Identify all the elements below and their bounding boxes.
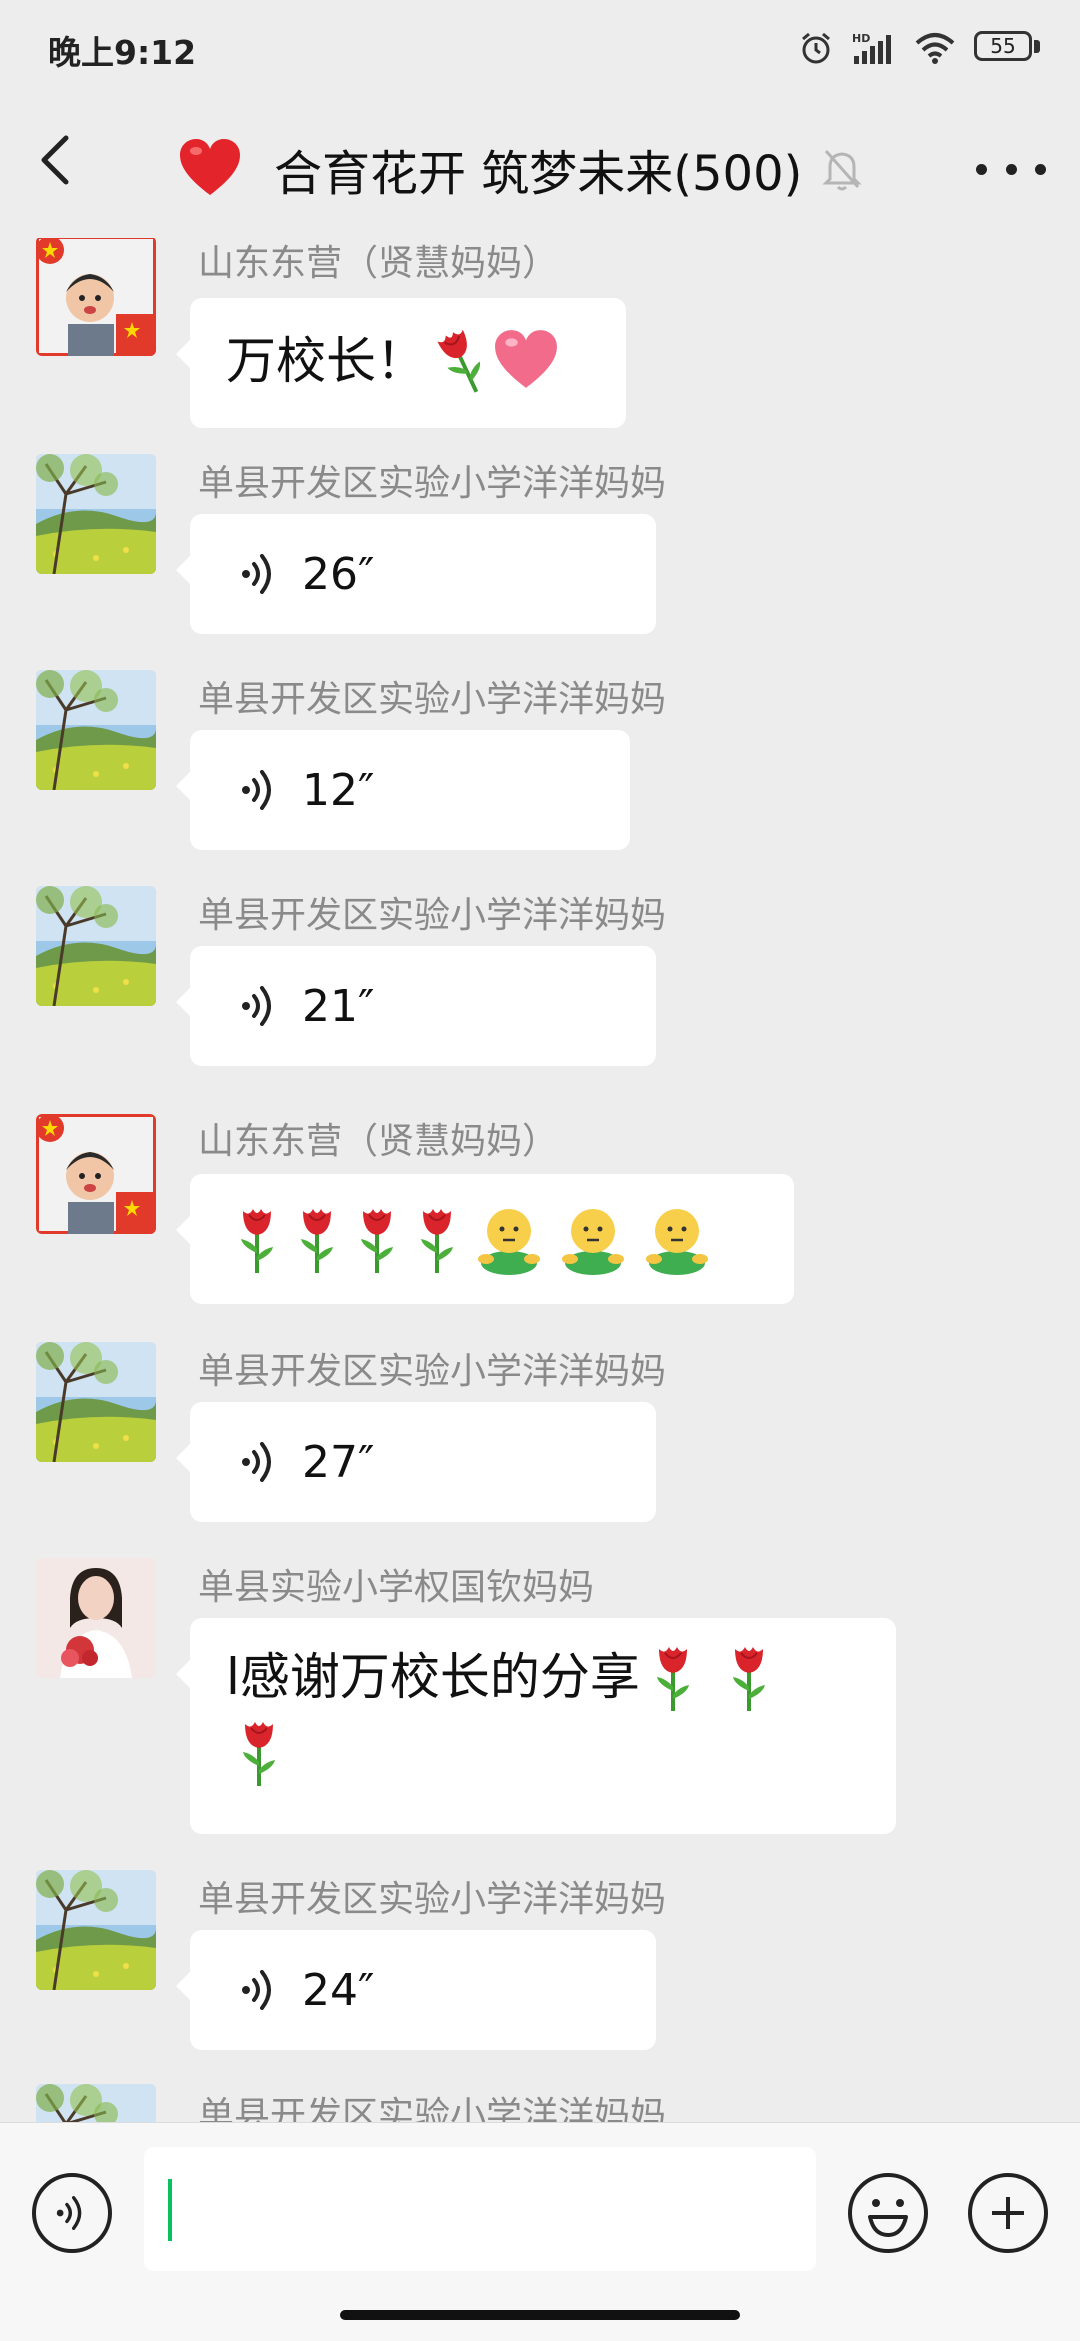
heart-icon [180,139,240,195]
avatar[interactable] [36,1114,156,1234]
back-button[interactable] [36,130,96,210]
chat-header: 合育花开 筑梦未来(500) [0,100,1080,238]
message-list[interactable]: 山东东营（贤慧妈妈） 万校长！ 单县开发区实验小学洋洋妈妈 26″ 单县开发区实… [0,238,1080,2122]
message-bubble[interactable] [176,1174,794,1304]
status-icons: HD 55 [798,26,1040,70]
home-indicator [340,2310,740,2320]
person-emoji-icon [474,1203,544,1275]
avatar[interactable] [36,670,156,790]
voice-message-bubble[interactable]: 21″ [176,946,656,1066]
avatar[interactable] [36,1342,156,1462]
avatar[interactable] [36,1558,156,1678]
voice-wave-icon [240,980,280,1032]
wilted-rose-emoji-icon [427,319,497,403]
sender-name: 单县开发区实验小学洋洋妈妈 [198,1879,667,1920]
status-time: 晚上9:12 [48,33,197,72]
landscape-avatar-icon [36,1342,156,1462]
message-text: l感谢万校长的分享 [226,1648,640,1706]
rose-emoji-icon [414,1203,460,1275]
rose-emoji-icon [294,1203,340,1275]
svg-text:HD: HD [852,32,870,45]
more-icon [976,163,987,175]
avatar[interactable] [36,1870,156,1990]
landscape-avatar-icon [36,454,156,574]
sender-name: 单县开发区实验小学洋洋妈妈 [198,463,667,504]
sender-name: 单县开发区实验小学洋洋妈妈 [198,2095,667,2122]
message-bubble[interactable]: l感谢万校长的分享 [176,1618,896,1834]
voice-duration: 24″ [302,1964,375,2016]
battery-level: 55 [990,34,1016,58]
input-bar [0,2122,1080,2341]
status-bar: 晚上9:12 HD 55 [0,0,1080,100]
voice-duration: 12″ [302,764,375,816]
rose-emoji-icon [236,1716,282,1788]
back-arrow-icon [41,135,69,185]
voice-message-bubble[interactable]: 24″ [176,1930,656,2050]
emoji-button[interactable] [848,2173,928,2253]
sender-name: 山东东营（贤慧妈妈） [198,243,559,284]
rose-emoji-icon [234,1203,280,1275]
text-caret [168,2179,172,2241]
landscape-avatar-icon [36,670,156,790]
more-functions-button[interactable] [968,2173,1048,2253]
page-title: 合育花开 筑梦未来(500) [274,146,803,202]
avatar[interactable] [36,238,156,356]
hd-signal-icon: HD [852,32,891,64]
sender-name: 单县开发区实验小学洋洋妈妈 [198,1351,667,1392]
voice-message-bubble[interactable]: 26″ [176,514,656,634]
voice-duration: 26″ [302,548,375,600]
sender-name: 单县开发区实验小学洋洋妈妈 [198,895,667,936]
rose-emoji-icon [726,1641,772,1713]
message-bubble[interactable]: 万校长！ [176,298,626,428]
rose-emoji-icon [650,1641,696,1713]
title-area[interactable]: 合育花开 筑梦未来(500) [178,134,862,204]
person-emoji-icon [558,1203,628,1275]
woman-with-flowers-avatar-icon [36,1558,156,1678]
child-flag-avatar-icon [36,238,156,356]
battery-icon: 55 [974,31,1040,65]
pink-heart-emoji-icon [495,330,557,388]
voice-wave-icon [55,2191,89,2235]
landscape-avatar-icon [36,1870,156,1990]
person-emoji-icon [642,1203,712,1275]
rose-emoji-icon [354,1203,400,1275]
sender-name: 山东东营（贤慧妈妈） [198,1121,559,1162]
voice-input-button[interactable] [32,2173,112,2253]
voice-wave-icon [240,764,280,816]
child-flag-avatar-icon [36,1114,156,1234]
voice-duration: 21″ [302,980,375,1032]
mute-bell-icon [822,150,862,191]
voice-wave-icon [240,1436,280,1488]
voice-wave-icon [240,1964,280,2016]
smiley-icon [868,2199,908,2237]
avatar[interactable] [36,454,156,574]
landscape-avatar-icon [36,886,156,1006]
voice-message-bubble[interactable]: 27″ [176,1402,656,1522]
sender-name: 单县实验小学权国钦妈妈 [198,1567,595,1608]
sender-name: 单县开发区实验小学洋洋妈妈 [198,679,667,720]
message-input[interactable] [144,2147,816,2271]
avatar[interactable] [36,886,156,1006]
alarm-icon [802,32,830,64]
more-button[interactable] [976,144,1046,194]
landscape-avatar-icon [36,2084,156,2122]
wifi-icon [915,33,955,64]
voice-wave-icon [240,548,280,600]
voice-duration: 27″ [302,1436,375,1488]
avatar[interactable] [36,2084,156,2122]
voice-message-bubble[interactable]: 12″ [176,730,630,850]
message-text: 万校长！ [226,332,426,390]
emoji-content [190,1174,794,1304]
